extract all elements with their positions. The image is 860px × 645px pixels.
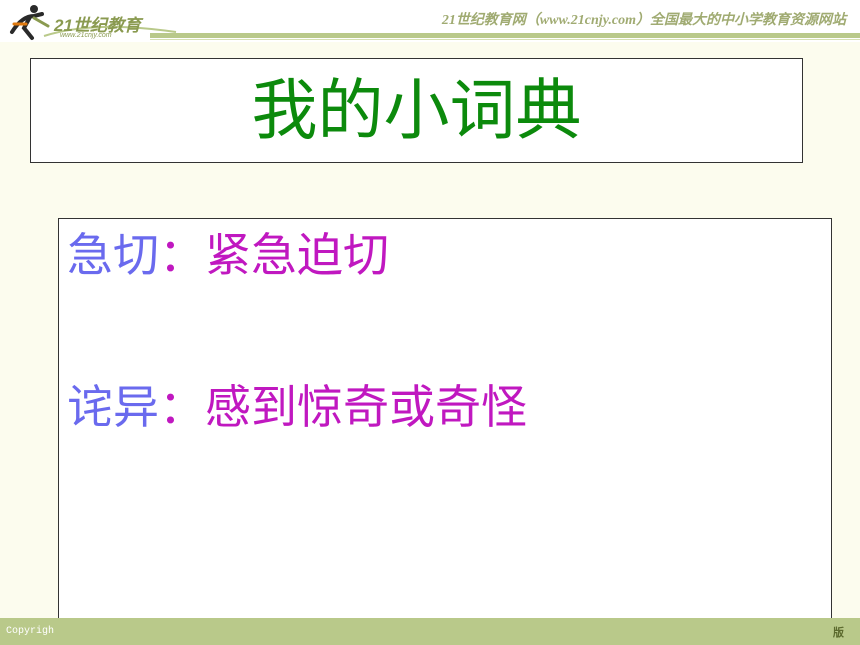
footer-copyright: Copyrigh	[6, 626, 55, 637]
footer-bar	[0, 618, 860, 645]
entry-term: 诧异	[67, 380, 159, 434]
entry-colon: ：	[159, 228, 205, 282]
dictionary-entry: 急切：紧急迫切	[67, 227, 389, 283]
dictionary-content-box: 急切：紧急迫切 诧异：感到惊奇或奇怪	[58, 218, 832, 645]
entry-definition: 感到惊奇或奇怪	[205, 380, 527, 434]
entry-colon: ：	[159, 380, 205, 434]
site-logo[interactable]: 21世纪教育 www.21cnjy.com	[4, 2, 179, 42]
header-divider	[150, 33, 860, 38]
footer-edition: 版	[833, 626, 844, 639]
dictionary-entry: 诧异：感到惊奇或奇怪	[67, 379, 527, 435]
entry-term: 急切	[67, 228, 159, 282]
header-banner: 21世纪教育 www.21cnjy.com 21世纪教育网（www.21cnjy…	[0, 0, 860, 42]
entry-definition: 紧急迫切	[205, 228, 389, 282]
slide-title: 我的小词典	[251, 72, 582, 149]
runner-icon	[10, 5, 50, 40]
header-divider-thin	[150, 39, 860, 40]
logo-url: www.21cnjy.com	[60, 32, 112, 39]
title-box: 我的小词典	[30, 58, 803, 163]
site-tagline: 21世纪教育网（www.21cnjy.com）全国最大的中小学教育资源网站	[441, 13, 846, 28]
